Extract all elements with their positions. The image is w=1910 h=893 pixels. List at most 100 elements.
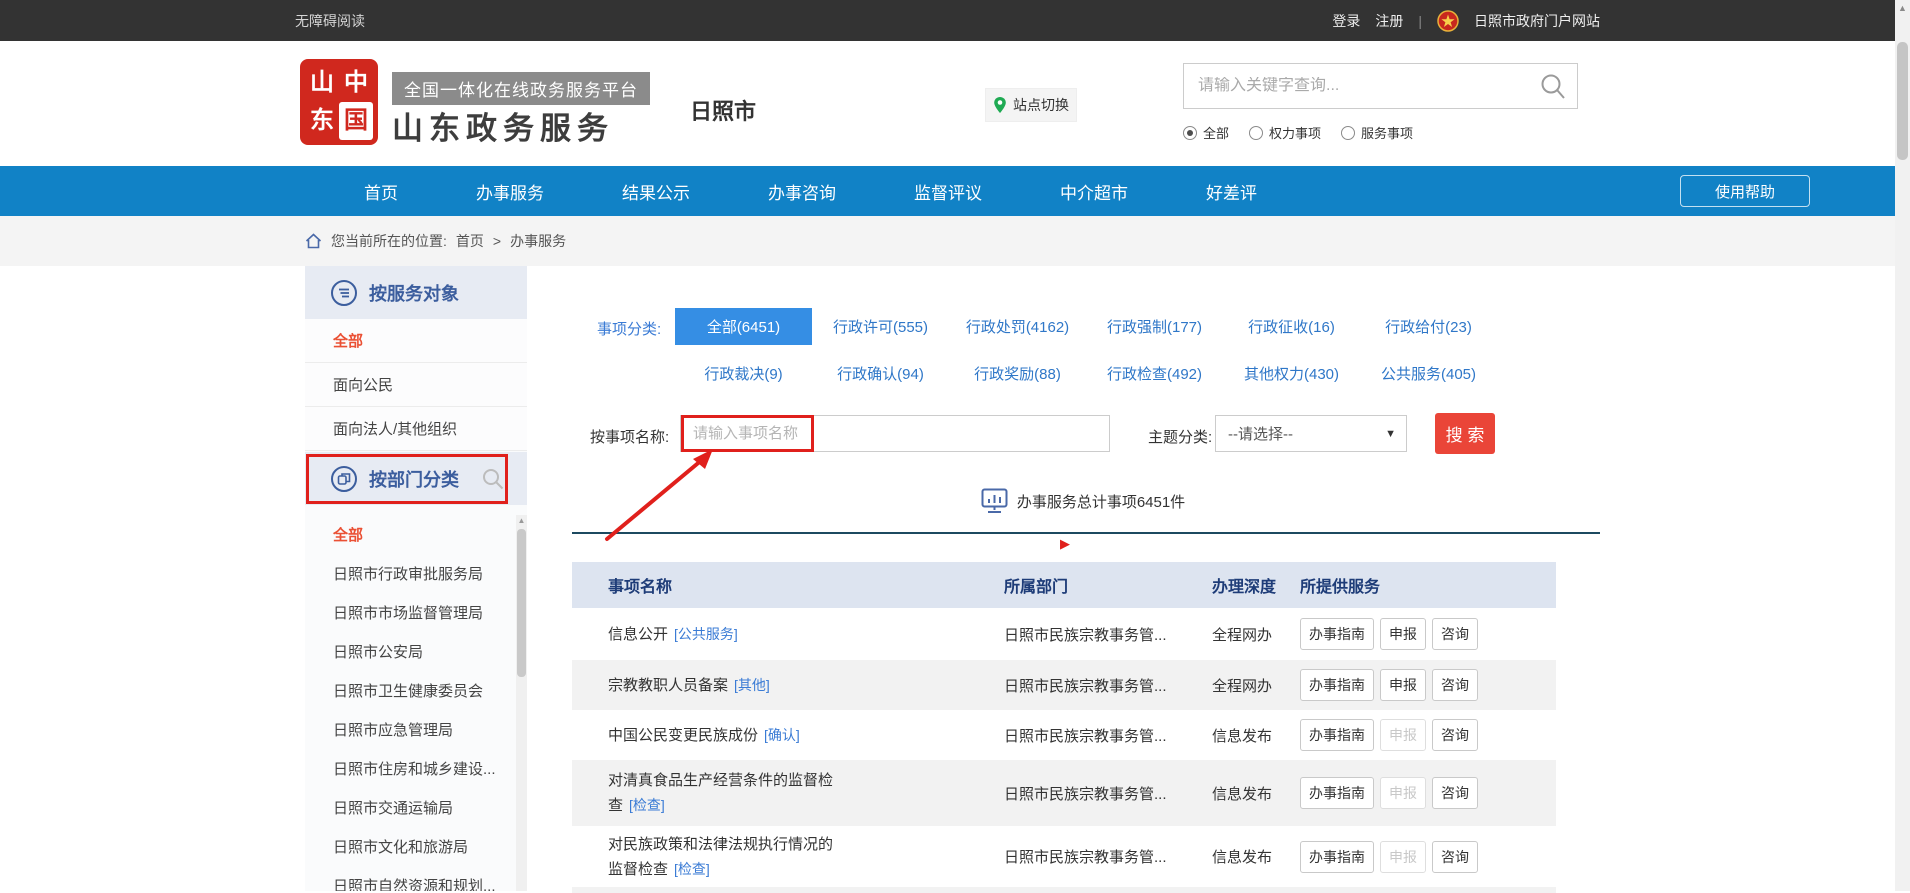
item-type-tag[interactable]: [确认] (764, 727, 800, 743)
item-name-input[interactable] (680, 415, 1110, 452)
nav-item-3[interactable]: 办事咨询 (729, 166, 875, 216)
category-tab-r0-5[interactable]: 行政给付(23) (1360, 308, 1497, 345)
search-icon[interactable] (1539, 72, 1567, 100)
service-button-办事指南[interactable]: 办事指南 (1300, 669, 1374, 701)
login-link[interactable]: 登录 (1332, 11, 1360, 31)
category-tab-r0-4[interactable]: 行政征收(16) (1223, 308, 1360, 345)
service-button-咨询[interactable]: 咨询 (1432, 777, 1478, 809)
chevron-down-icon: ▼ (1385, 428, 1396, 440)
category-tab-r1-0[interactable]: 行政裁决(9) (675, 355, 812, 392)
radio-option-1[interactable]: 权力事项 (1249, 123, 1321, 142)
list-lines-icon (331, 280, 357, 306)
department-item-7[interactable]: 日照市交通运输局 (305, 788, 527, 827)
department-item-0[interactable]: 全部 (305, 515, 527, 554)
service-button-办事指南[interactable]: 办事指南 (1300, 719, 1374, 751)
item-type-tag[interactable]: [检查] (674, 861, 710, 877)
category-tab-r1-2[interactable]: 行政奖励(88) (949, 355, 1086, 392)
breadcrumb-current[interactable]: 办事服务 (510, 231, 566, 251)
category-tab-r0-1[interactable]: 行政许可(555) (812, 308, 949, 345)
service-button-办事指南[interactable]: 办事指南 (1300, 777, 1374, 809)
department-item-8[interactable]: 日照市文化和旅游局 (305, 827, 527, 866)
sidebar-scroll-thumb[interactable] (517, 529, 526, 677)
service-object-item-1[interactable]: 面向公民 (305, 363, 527, 407)
service-button-咨询[interactable]: 咨询 (1432, 618, 1478, 650)
breadcrumb-home-link[interactable]: 首页 (456, 231, 484, 251)
category-tab-r1-3[interactable]: 行政检查(492) (1086, 355, 1223, 392)
item-depth-cell: 信息发布 (1212, 725, 1300, 746)
category-tab-r1-5[interactable]: 公共服务(405) (1360, 355, 1497, 392)
service-button-咨询[interactable]: 咨询 (1432, 669, 1478, 701)
site-switch-button[interactable]: 站点切换 (985, 88, 1077, 122)
breadcrumb-prefix: 您当前所在的位置: (331, 231, 447, 251)
topic-select[interactable]: --请选择-- ▼ (1215, 415, 1407, 452)
service-object-item-2[interactable]: 面向法人/其他组织 (305, 407, 527, 451)
search-button[interactable]: 搜 索 (1435, 413, 1495, 454)
nav-item-6[interactable]: 好差评 (1167, 166, 1296, 216)
table-body: 信息公开[公共服务]日照市民族宗教事务管...全程网办办事指南申报咨询宗教教职人… (572, 608, 1556, 887)
radio-option-2[interactable]: 服务事项 (1341, 123, 1413, 142)
nav-item-0[interactable]: 首页 (325, 166, 437, 216)
item-type-tag[interactable]: [公共服务] (674, 626, 738, 642)
service-button-咨询[interactable]: 咨询 (1432, 719, 1478, 751)
site-header: 山 中 东 国 全国一体化在线政务服务平台 山东政务服务 日照市 站点切换 全部… (0, 41, 1910, 166)
department-search-icon[interactable] (481, 467, 505, 491)
item-dept-cell: 日照市民族宗教事务管... (1004, 846, 1212, 867)
page-scroll-up-icon[interactable]: ▲ (1895, 0, 1910, 16)
service-button-办事指南[interactable]: 办事指南 (1300, 618, 1374, 650)
service-button-申报[interactable]: 申报 (1380, 618, 1426, 650)
category-tab-r0-2[interactable]: 行政处罚(4162) (949, 308, 1086, 345)
nav-item-5[interactable]: 中介超市 (1021, 166, 1167, 216)
department-item-3[interactable]: 日照市公安局 (305, 632, 527, 671)
scroll-up-icon[interactable]: ▲ (516, 515, 527, 527)
item-services-cell: 办事指南申报咨询 (1300, 777, 1556, 809)
nav-item-4[interactable]: 监督评议 (875, 166, 1021, 216)
service-button-申报[interactable]: 申报 (1380, 669, 1426, 701)
departments-icon (331, 466, 357, 492)
header-search-input[interactable] (1184, 77, 1539, 95)
service-object-item-0[interactable]: 全部 (305, 319, 527, 363)
main-nav: 首页办事服务结果公示办事咨询监督评议中介超市好差评 使用帮助 (0, 166, 1910, 216)
service-button-申报: 申报 (1380, 719, 1426, 751)
item-name-link[interactable]: 对民族政策和法律法规执行情况的监督检查 (608, 836, 833, 878)
table-row-4: 对民族政策和法律法规执行情况的监督检查[检查]日照市民族宗教事务管...信息发布… (572, 826, 1556, 887)
category-tab-r0-0[interactable]: 全部(6451) (675, 308, 812, 345)
category-tab-r0-3[interactable]: 行政强制(177) (1086, 308, 1223, 345)
item-name-link[interactable]: 中国公民变更民族成份 (608, 727, 758, 744)
register-link[interactable]: 注册 (1375, 11, 1403, 31)
category-tab-r1-1[interactable]: 行政确认(94) (812, 355, 949, 392)
item-type-tag[interactable]: [其他] (734, 677, 770, 693)
sidebar-scrollbar[interactable]: ▲ (516, 515, 527, 891)
department-section-header[interactable]: 按部门分类 (305, 452, 527, 505)
department-item-2[interactable]: 日照市市场监督管理局 (305, 593, 527, 632)
service-button-咨询[interactable]: 咨询 (1432, 841, 1478, 873)
item-depth-cell: 信息发布 (1212, 783, 1300, 804)
item-name-wrap: 信息公开 [公共服务] (608, 622, 843, 647)
header-search-box (1183, 63, 1578, 109)
item-name-link[interactable]: 信息公开 (608, 626, 668, 643)
department-item-5[interactable]: 日照市应急管理局 (305, 710, 527, 749)
table-header-cell-0: 事项名称 (572, 573, 1004, 597)
help-button[interactable]: 使用帮助 (1680, 175, 1810, 207)
nav-item-2[interactable]: 结果公示 (583, 166, 729, 216)
service-object-list: 全部面向公民面向法人/其他组织 (305, 319, 527, 451)
page-scroll-thumb[interactable] (1897, 42, 1908, 160)
department-item-4[interactable]: 日照市卫生健康委员会 (305, 671, 527, 710)
table-row-partial (572, 887, 1556, 893)
service-button-办事指南[interactable]: 办事指南 (1300, 841, 1374, 873)
radio-option-0[interactable]: 全部 (1183, 123, 1229, 142)
topic-select-value: --请选择-- (1228, 423, 1293, 444)
breadcrumb: 您当前所在的位置: 首页 > 办事服务 (0, 216, 1910, 266)
department-item-6[interactable]: 日照市住房和城乡建设... (305, 749, 527, 788)
item-name-wrap: 中国公民变更民族成份 [确认] (608, 723, 843, 748)
item-type-tag[interactable]: [检查] (629, 797, 665, 813)
accessibility-link[interactable]: 无障碍阅读 (295, 11, 365, 31)
red-triangle-marker: ▶ (1060, 537, 1070, 550)
department-item-1[interactable]: 日照市行政审批服务局 (305, 554, 527, 593)
item-name-link[interactable]: 宗教教职人员备案 (608, 677, 728, 694)
category-tab-r1-4[interactable]: 其他权力(430) (1223, 355, 1360, 392)
nav-item-1[interactable]: 办事服务 (437, 166, 583, 216)
page-scrollbar[interactable]: ▲ (1895, 0, 1910, 891)
table-header-row: 事项名称所属部门办理深度所提供服务 (572, 562, 1556, 608)
department-item-9[interactable]: 日照市自然资源和规划... (305, 866, 527, 891)
portal-link[interactable]: 日照市政府门户网站 (1474, 11, 1600, 31)
